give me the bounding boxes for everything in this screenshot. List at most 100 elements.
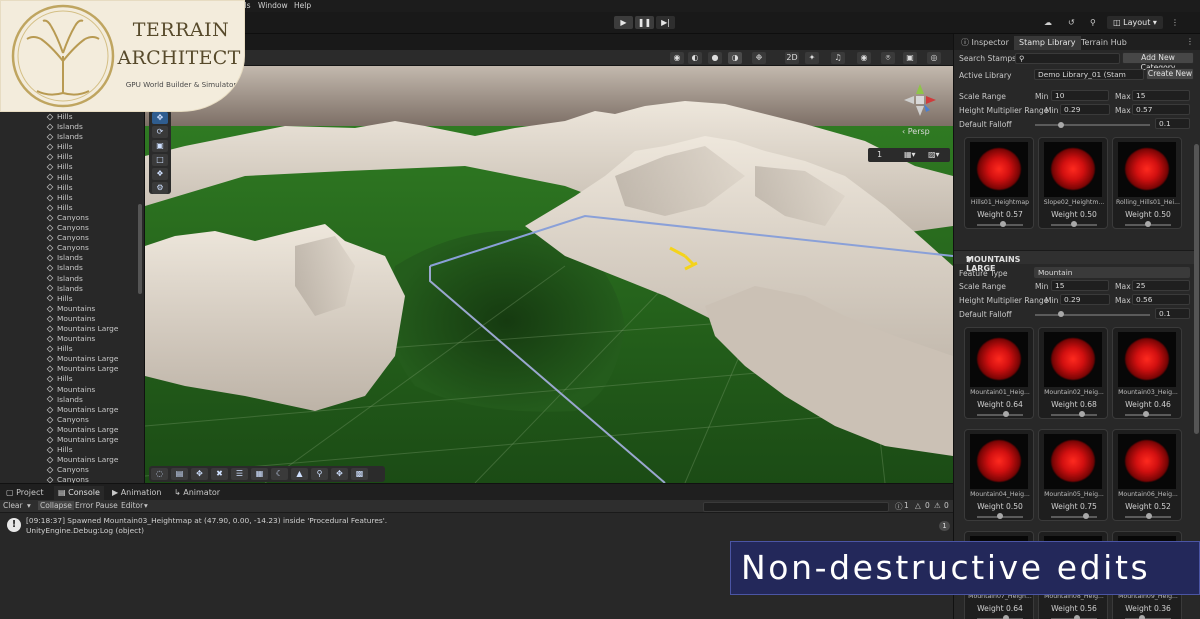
weight-slider-handle[interactable] [1071,221,1077,227]
s1-falloff-handle[interactable] [1058,122,1064,128]
hierarchy-item[interactable]: Canyons [0,243,140,253]
hierarchy-item[interactable]: Mountains [0,314,140,324]
cloud-icon[interactable]: ☁ [1044,16,1052,29]
hierarchy-scrollbar[interactable] [138,204,142,294]
weight-slider-handle[interactable] [1145,513,1152,519]
sphere-icon[interactable]: ● [708,52,722,64]
hierarchy-item[interactable]: Islands [0,263,140,273]
hierarchy-item[interactable]: Mountains [0,385,140,395]
panel-menu-icon[interactable]: ⋮ [1186,37,1194,46]
s1-falloff-value[interactable]: 0.1 [1155,118,1190,129]
error-pause-button[interactable]: Error Pause [75,501,118,510]
s1-scale-min[interactable]: 10 [1051,90,1109,101]
weight-slider-handle[interactable] [1082,513,1089,519]
history-icon[interactable]: ↺ [1068,16,1075,29]
editor-chevron-icon[interactable]: ▾ [144,501,148,510]
stamp-card[interactable]: Mountain05_Heig... Weight 0.75 [1038,429,1108,521]
s2-feature-dropdown[interactable]: Mountain [1034,267,1190,278]
s2-scale-max[interactable]: 25 [1132,280,1190,291]
hierarchy-item[interactable]: Mountains [0,334,140,344]
grid-tool-icon[interactable]: ▦ [251,468,268,480]
hierarchy-item[interactable]: Canyons [0,475,140,483]
paint-tool-icon[interactable]: ◌ [151,468,168,480]
info-icon[interactable]: ⓘ [895,501,903,512]
hierarchy-item[interactable]: Canyons [0,213,140,223]
weight-slider-handle[interactable] [1143,411,1150,417]
hierarchy-item[interactable]: Islands [0,132,140,142]
pause-icon[interactable]: ❚❚ [635,16,654,29]
snap-icon[interactable]: ▨▾ [928,150,940,159]
s2-falloff-slider[interactable] [1035,314,1150,316]
zoom-tool-icon[interactable]: ⚲ [311,468,328,480]
weight-slider-handle[interactable] [1079,411,1086,417]
s1-scale-max[interactable]: 15 [1132,90,1190,101]
more-icon[interactable]: ⋮ [1171,16,1179,29]
s2-height-max[interactable]: 0.56 [1132,294,1190,305]
effects-icon[interactable]: ⍟ [881,52,895,64]
hierarchy-item[interactable]: Hills [0,112,140,122]
stamp-card[interactable]: Mountain06_Heig... Weight 0.52 [1112,429,1182,521]
grid-size-value[interactable]: 1 [877,150,882,159]
hierarchy-item[interactable]: Islands [0,284,140,294]
s2-height-min[interactable]: 0.29 [1060,294,1110,305]
s1-height-min[interactable]: 0.29 [1060,104,1110,115]
hierarchy-item[interactable]: Hills [0,183,140,193]
s1-falloff-slider[interactable] [1035,124,1150,126]
weight-slider-handle[interactable] [1145,221,1151,227]
scene-viewport[interactable] [145,66,953,483]
hierarchy-item[interactable]: Mountains [0,304,140,314]
tab-project[interactable]: ▢ Project [2,486,47,500]
hierarchy-item[interactable]: Hills [0,162,140,172]
weight-slider-handle[interactable] [1000,221,1007,227]
right-scrollbar[interactable] [1194,144,1199,434]
s2-falloff-handle[interactable] [1058,311,1064,317]
weight-slider[interactable] [977,414,1023,416]
hierarchy-item[interactable]: Canyons [0,233,140,243]
erase-tool-icon[interactable]: ✖ [211,468,228,480]
warning-icon[interactable]: △ [915,501,921,510]
weight-slider[interactable] [1051,516,1097,518]
orientation-gizmo[interactable] [900,80,940,120]
log-stacktrace[interactable]: UnityEngine.Debug:Log (object) [26,526,144,535]
hierarchy-item[interactable]: Canyons [0,223,140,233]
stamp-card[interactable]: Hills01_Heightmap Weight 0.57 [964,137,1034,229]
s2-scale-min[interactable]: 15 [1051,280,1109,291]
hierarchy-item[interactable]: Mountains Large [0,354,140,364]
step-icon[interactable]: ▶| [656,16,675,29]
editor-dropdown[interactable]: Editor [121,501,143,510]
hierarchy-item[interactable]: Islands [0,274,140,284]
menu-item-window[interactable]: Window [258,1,288,10]
hierarchy-item[interactable]: Mountains Large [0,455,140,465]
light-toggle-icon[interactable]: ✦ [805,52,819,64]
weight-slider-handle[interactable] [1138,615,1145,619]
hierarchy-item[interactable]: Mountains Large [0,435,140,445]
collapse-button[interactable]: Collapse [38,501,74,510]
layout-dropdown[interactable]: ◫ Layout ▾ [1107,16,1163,29]
audio-icon[interactable]: ♫ [831,52,845,64]
stamp-card[interactable]: Mountain03_Heig... Weight 0.46 [1112,327,1182,419]
weight-slider-handle[interactable] [1003,411,1010,417]
globe-icon[interactable]: ◉ [670,52,684,64]
hierarchy-item[interactable]: Mountains Large [0,364,140,374]
weight-slider-handle[interactable] [1073,615,1080,619]
scale-tool-icon[interactable]: ▣ [152,140,168,152]
rotate-tool-icon[interactable]: ⟳ [152,126,168,138]
create-new-button[interactable]: Create New [1146,68,1194,80]
hierarchy-item[interactable]: Hills [0,203,140,213]
transform-tool-icon[interactable]: ❖ [152,168,168,180]
gizmos-icon[interactable]: ◎ [927,52,941,64]
weight-slider[interactable] [1051,414,1097,416]
stamp-card[interactable]: Mountain01_Heig... Weight 0.64 [964,327,1034,419]
move-tool-icon[interactable]: ✥ [152,112,168,124]
stamp-card[interactable]: Mountain02_Heig... Weight 0.68 [1038,327,1108,419]
active-library-field[interactable]: Demo Library_01 (Stam [1034,69,1144,80]
hierarchy-item[interactable]: Canyons [0,415,140,425]
hierarchy-item[interactable]: Hills [0,173,140,183]
hierarchy-item[interactable]: Mountains Large [0,405,140,415]
hierarchy-item[interactable]: Canyons [0,465,140,475]
pan-tool-icon[interactable]: ✥ [331,468,348,480]
hierarchy-item[interactable]: Mountains Large [0,425,140,435]
tab-stamp-library[interactable]: Stamp Library [1014,36,1081,50]
section-mountains-large[interactable]: ▼ MOUNTAINS LARGE [954,250,1194,273]
log-message[interactable]: [09:18:37] Spawned Mountain03_Heightmap … [26,516,387,525]
